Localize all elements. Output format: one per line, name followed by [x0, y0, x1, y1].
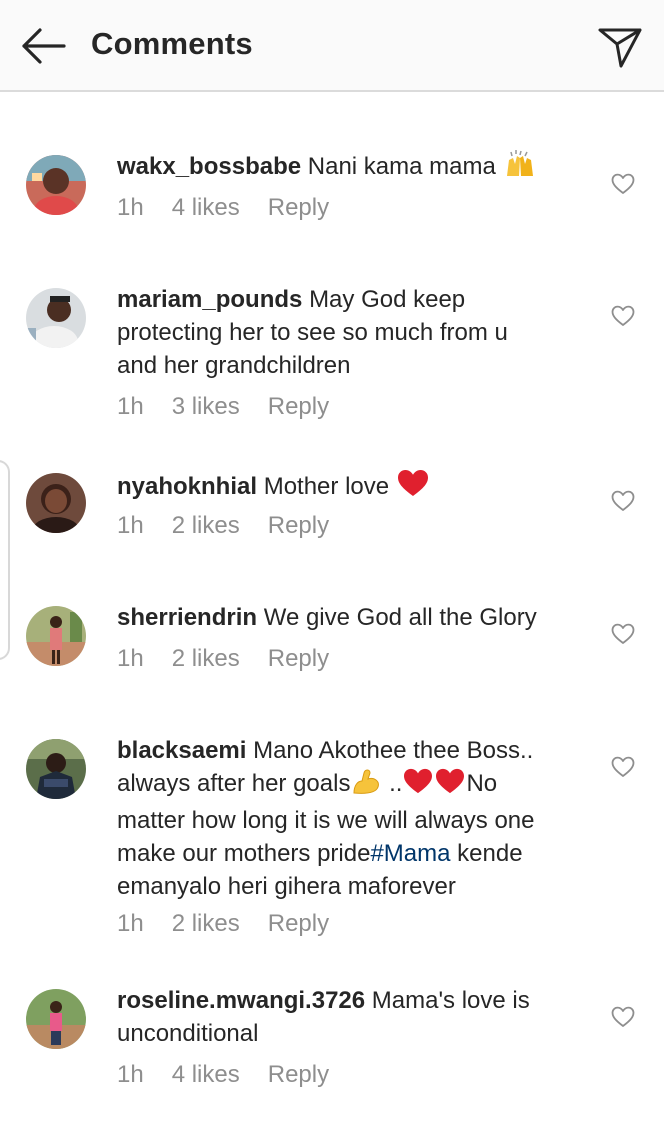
comment-text: blacksaemi Mano Akothee thee Boss.. alway… [117, 734, 587, 903]
like-button[interactable] [606, 167, 640, 201]
comment-time: 1h [117, 1061, 144, 1088]
red-heart-emoji-icon [396, 468, 430, 507]
comment-meta: 1h 4 likes Reply [117, 1061, 357, 1089]
reply-button[interactable]: Reply [268, 645, 329, 672]
comment-body-line: protecting her to see so much from u [117, 319, 508, 346]
page-title: Comments [91, 26, 253, 61]
comment-username[interactable]: blacksaemi [117, 737, 246, 764]
like-button[interactable] [606, 750, 640, 784]
avatar[interactable] [26, 606, 86, 666]
header-bar: Comments [0, 0, 664, 92]
like-button[interactable] [606, 484, 640, 518]
comment-body: Nani kama mama [307, 153, 496, 180]
avatar[interactable] [26, 288, 86, 348]
comment-text: nyahoknhial Mother love [117, 468, 587, 507]
paper-plane-icon [598, 28, 642, 68]
like-button[interactable] [606, 617, 640, 651]
comment-likes[interactable]: 3 likes [172, 393, 240, 420]
comment-username[interactable]: nyahoknhial [117, 473, 257, 500]
red-heart-emoji-icon [434, 767, 466, 804]
heart-outline-icon [611, 305, 635, 326]
reply-button[interactable]: Reply [268, 1061, 329, 1088]
comment-likes[interactable]: 2 likes [172, 512, 240, 539]
comment-body-line: unconditional [117, 1020, 259, 1047]
comment-meta: 1h 2 likes Reply [117, 645, 357, 673]
comment-meta: 1h 3 likes Reply [117, 393, 357, 421]
share-button[interactable] [592, 22, 648, 72]
heart-outline-icon [611, 1006, 635, 1027]
heart-outline-icon [611, 490, 635, 511]
comment-body: We give God all the Glory [263, 604, 537, 631]
comment-username[interactable]: sherriendrin [117, 604, 257, 631]
comment-text: mariam_pounds May God keep protecting her… [117, 283, 587, 382]
reply-button[interactable]: Reply [268, 512, 329, 539]
comment-body: Mother love [263, 473, 390, 500]
comment-likes[interactable]: 2 likes [172, 910, 240, 937]
heart-outline-icon [611, 173, 635, 194]
comment-body-line: emanyalo heri gihera maforever [117, 873, 456, 900]
comment-time: 1h [117, 194, 144, 221]
comment-meta: 1h 2 likes Reply [117, 910, 357, 938]
comment-body-line: and her grandchildren [117, 352, 351, 379]
comment-time: 1h [117, 645, 144, 672]
avatar[interactable] [26, 739, 86, 799]
comment-body: Mama's love is [371, 987, 530, 1014]
reply-button[interactable]: Reply [268, 194, 329, 221]
like-button[interactable] [606, 299, 640, 333]
comment-time: 1h [117, 910, 144, 937]
comment-username[interactable]: wakx_bossbabe [117, 153, 301, 180]
back-button[interactable] [14, 22, 70, 70]
comment-time: 1h [117, 512, 144, 539]
comment-likes[interactable]: 4 likes [172, 194, 240, 221]
reply-button[interactable]: Reply [268, 393, 329, 420]
raising-hands-emoji-icon [503, 150, 537, 187]
comment-text: wakx_bossbabe Nani kama mama [117, 150, 587, 187]
arrow-left-icon [22, 28, 66, 64]
comment-body-line: matter how long it is we will always one [117, 807, 535, 834]
avatar[interactable] [26, 473, 86, 533]
comment-text: roseline.mwangi.3726 Mama's love is uncon… [117, 984, 587, 1050]
avatar[interactable] [26, 989, 86, 1049]
comment-body-line: .. [382, 770, 403, 797]
heart-outline-icon [611, 623, 635, 644]
comment-meta: 1h 4 likes Reply [117, 194, 357, 222]
comment-likes[interactable]: 2 likes [172, 645, 240, 672]
comment-body: May God keep [309, 286, 466, 313]
comment-body-line: always after her goals [117, 770, 351, 797]
comment-username[interactable]: mariam_pounds [117, 286, 302, 313]
like-button[interactable] [606, 1000, 640, 1034]
comment-username[interactable]: roseline.mwangi.3726 [117, 987, 365, 1014]
reply-button[interactable]: Reply [268, 910, 329, 937]
comment-text: sherriendrin We give God all the Glory [117, 601, 587, 634]
side-panel-handle[interactable] [0, 460, 10, 660]
red-heart-emoji-icon [402, 767, 434, 804]
flexed-biceps-emoji-icon [350, 767, 382, 804]
comment-time: 1h [117, 393, 144, 420]
comment-body-line: kende [450, 840, 523, 867]
comment-meta: 1h 2 likes Reply [117, 512, 357, 540]
hashtag-link[interactable]: #Mama [370, 840, 450, 867]
comment-body-line: make our mothers pride [117, 840, 371, 867]
comment-body: Mano Akothee thee Boss.. [253, 737, 534, 764]
comment-body-line: No [466, 770, 498, 797]
comment-likes[interactable]: 4 likes [172, 1061, 240, 1088]
heart-outline-icon [611, 756, 635, 777]
avatar[interactable] [26, 155, 86, 215]
